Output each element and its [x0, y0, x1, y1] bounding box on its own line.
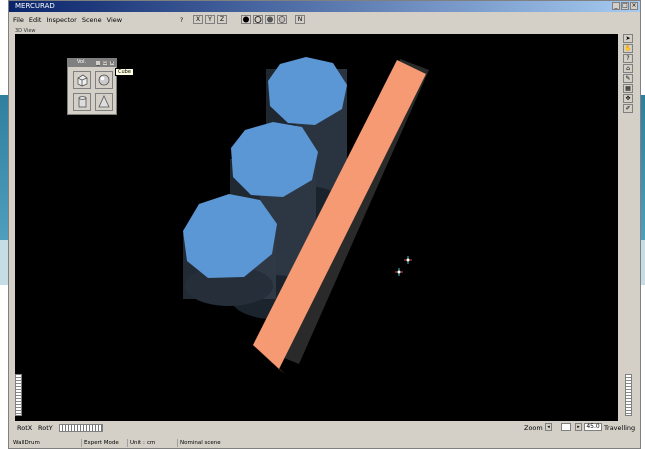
grid-icon[interactable]: ▦: [623, 84, 633, 93]
title-bar: MERCURAD _ □ ×: [9, 1, 640, 12]
pencil-icon[interactable]: ✎: [623, 74, 633, 83]
app-window: MERCURAD _ □ × File Edit Inspector Scene…: [8, 0, 641, 449]
maximize-button[interactable]: □: [621, 2, 629, 10]
palette-title: Vol.: [77, 59, 87, 65]
zoom-label: Zoom: [524, 424, 543, 432]
menu-bar: File Edit Inspector Scene View ? X Y Z N: [9, 14, 640, 26]
menu-inspector[interactable]: Inspector: [46, 16, 76, 24]
cylinder-icon[interactable]: [73, 93, 91, 111]
left-vertical-slider[interactable]: [15, 374, 22, 416]
zoom-in-button[interactable]: ▸: [575, 423, 582, 431]
cone-icon[interactable]: [95, 93, 113, 111]
axis-y-button[interactable]: Y: [205, 15, 215, 24]
palette-tooltip: Cube: [115, 68, 134, 76]
palette-minimize-button[interactable]: _: [95, 60, 101, 66]
3d-viewport[interactable]: Vol. _ ▫ × Cube: [15, 34, 618, 421]
cylinder-front[interactable]: [183, 194, 277, 306]
wire-sphere-icon[interactable]: [253, 15, 263, 24]
minimize-button[interactable]: _: [612, 2, 620, 10]
help-button[interactable]: ?: [180, 17, 183, 24]
menu-scene[interactable]: Scene: [82, 16, 102, 24]
status-mode: Expert Mode: [81, 439, 119, 447]
help-icon[interactable]: ?: [623, 54, 633, 63]
move-icon[interactable]: ✥: [623, 94, 633, 103]
axis-z-button[interactable]: Z: [217, 15, 227, 24]
window-title: MERCURAD: [15, 2, 55, 10]
home-icon[interactable]: ⌂: [623, 64, 633, 73]
status-unit-label: Unit :: [127, 439, 145, 447]
solid-sphere-icon[interactable]: [241, 15, 251, 24]
rotation-slider[interactable]: [59, 424, 103, 432]
palette-title-bar[interactable]: Vol. _ ▫ ×: [68, 59, 116, 67]
travelling-label[interactable]: Travelling: [604, 424, 635, 432]
status-scene: Nominal scene: [177, 439, 221, 447]
pointer-icon[interactable]: ➤: [623, 34, 633, 43]
cube-icon[interactable]: [73, 71, 91, 89]
hand-icon[interactable]: ✋: [623, 44, 633, 53]
sphere-icon[interactable]: [95, 71, 113, 89]
status-bar: WallDrum Expert Mode Unit : cm Nominal s…: [9, 437, 640, 449]
zoom-value[interactable]: 45.0: [584, 423, 602, 431]
rotx-label[interactable]: RotX: [17, 424, 32, 432]
zoom-track[interactable]: [561, 423, 571, 431]
menu-file[interactable]: File: [13, 16, 24, 24]
palette-restore-button[interactable]: ▫: [102, 60, 108, 66]
shape-palette[interactable]: Vol. _ ▫ ×: [67, 58, 117, 115]
zoom-out-button[interactable]: ◂: [545, 423, 552, 431]
right-vertical-slider[interactable]: [625, 374, 632, 416]
flat-sphere-icon[interactable]: [277, 15, 287, 24]
edit-icon[interactable]: ✐: [623, 104, 633, 113]
axis-marker: [395, 256, 412, 276]
bottom-control-bar: RotX RotY Zoom ◂ ▸ 45.0 Travelling: [9, 422, 640, 434]
palette-close-button[interactable]: ×: [109, 60, 115, 66]
axis-x-button[interactable]: X: [193, 15, 203, 24]
roty-label[interactable]: RotY: [38, 424, 53, 432]
status-unit: cm: [147, 440, 156, 446]
n-button[interactable]: N: [295, 15, 305, 24]
status-object: WallDrum: [13, 440, 40, 446]
shaded-sphere-icon[interactable]: [265, 15, 275, 24]
menu-view[interactable]: View: [107, 16, 122, 24]
menu-edit[interactable]: Edit: [29, 16, 42, 24]
right-toolbar: ➤ ✋ ? ⌂ ✎ ▦ ✥ ✐: [623, 34, 635, 113]
close-button[interactable]: ×: [630, 2, 638, 10]
